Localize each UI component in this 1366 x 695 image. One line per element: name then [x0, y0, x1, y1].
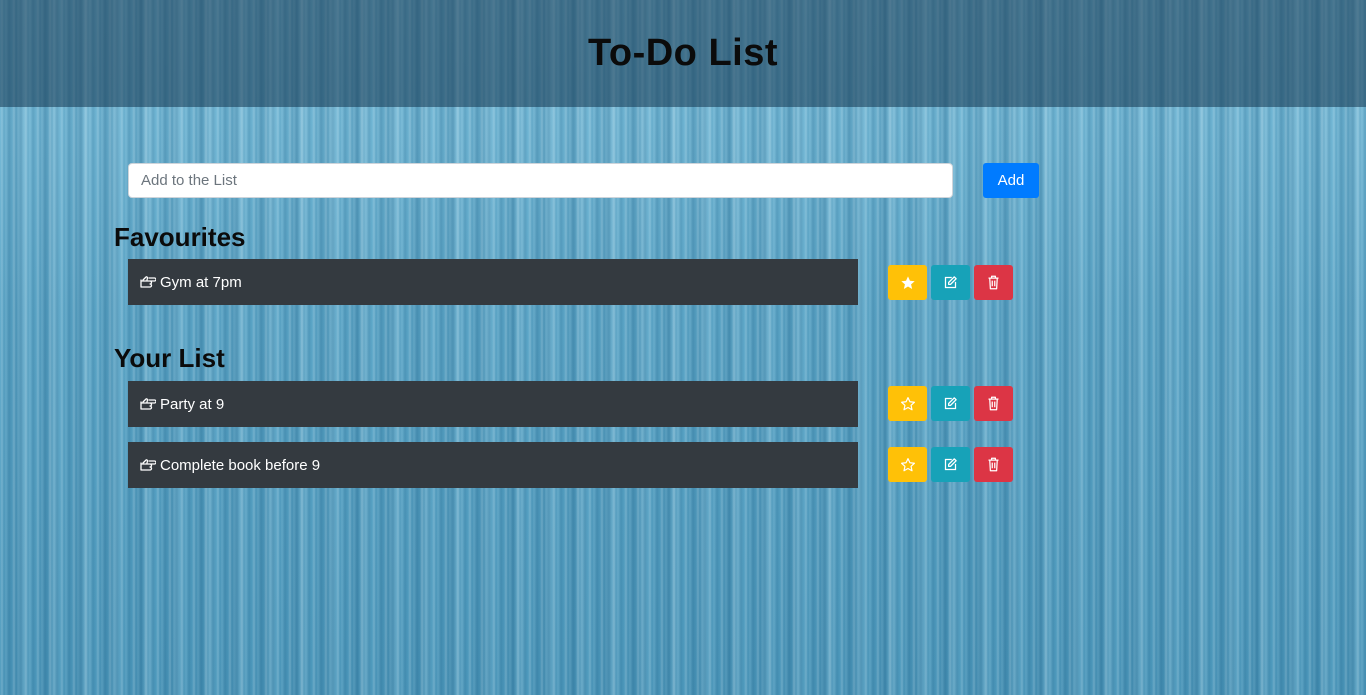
- favourite-button[interactable]: [888, 386, 927, 421]
- favourite-button[interactable]: [888, 447, 927, 482]
- trash-icon: [988, 396, 999, 411]
- todo-item-actions: [888, 265, 1013, 300]
- your-list-heading: Your List: [114, 343, 225, 373]
- edit-button[interactable]: [931, 265, 970, 300]
- edit-icon: [944, 397, 957, 410]
- edit-button[interactable]: [931, 386, 970, 421]
- edit-button[interactable]: [931, 447, 970, 482]
- page-title: To-Do List: [587, 32, 779, 74]
- todo-item-text: Gym at 7pm: [160, 273, 242, 291]
- add-form: Add: [128, 163, 1039, 198]
- favourite-button[interactable]: [888, 265, 927, 300]
- todo-item-text: Complete book before 9: [160, 456, 321, 474]
- todo-item: Gym at 7pm: [128, 259, 858, 305]
- delete-button[interactable]: [974, 447, 1013, 482]
- add-button[interactable]: Add: [983, 163, 1039, 198]
- todo-item-actions: [888, 386, 1013, 421]
- todo-item: Complete book before 9: [128, 442, 858, 488]
- add-todo-input[interactable]: [128, 163, 953, 198]
- star-outline-icon: [900, 396, 915, 410]
- favourites-heading: Favourites: [114, 222, 246, 252]
- delete-button[interactable]: [974, 265, 1013, 300]
- hand-pointing-right-icon: [140, 275, 157, 289]
- page-header: To-Do List: [0, 0, 1366, 107]
- edit-icon: [944, 276, 957, 289]
- star-filled-icon: [900, 275, 915, 289]
- delete-button[interactable]: [974, 386, 1013, 421]
- todo-item-actions: [888, 447, 1013, 482]
- star-outline-icon: [900, 457, 915, 471]
- trash-icon: [988, 275, 999, 290]
- hand-pointing-right-icon: [140, 458, 157, 472]
- todo-item: Party at 9: [128, 381, 858, 427]
- edit-icon: [944, 458, 957, 471]
- hand-pointing-right-icon: [140, 397, 157, 411]
- todo-item-text: Party at 9: [160, 395, 225, 413]
- trash-icon: [988, 457, 999, 472]
